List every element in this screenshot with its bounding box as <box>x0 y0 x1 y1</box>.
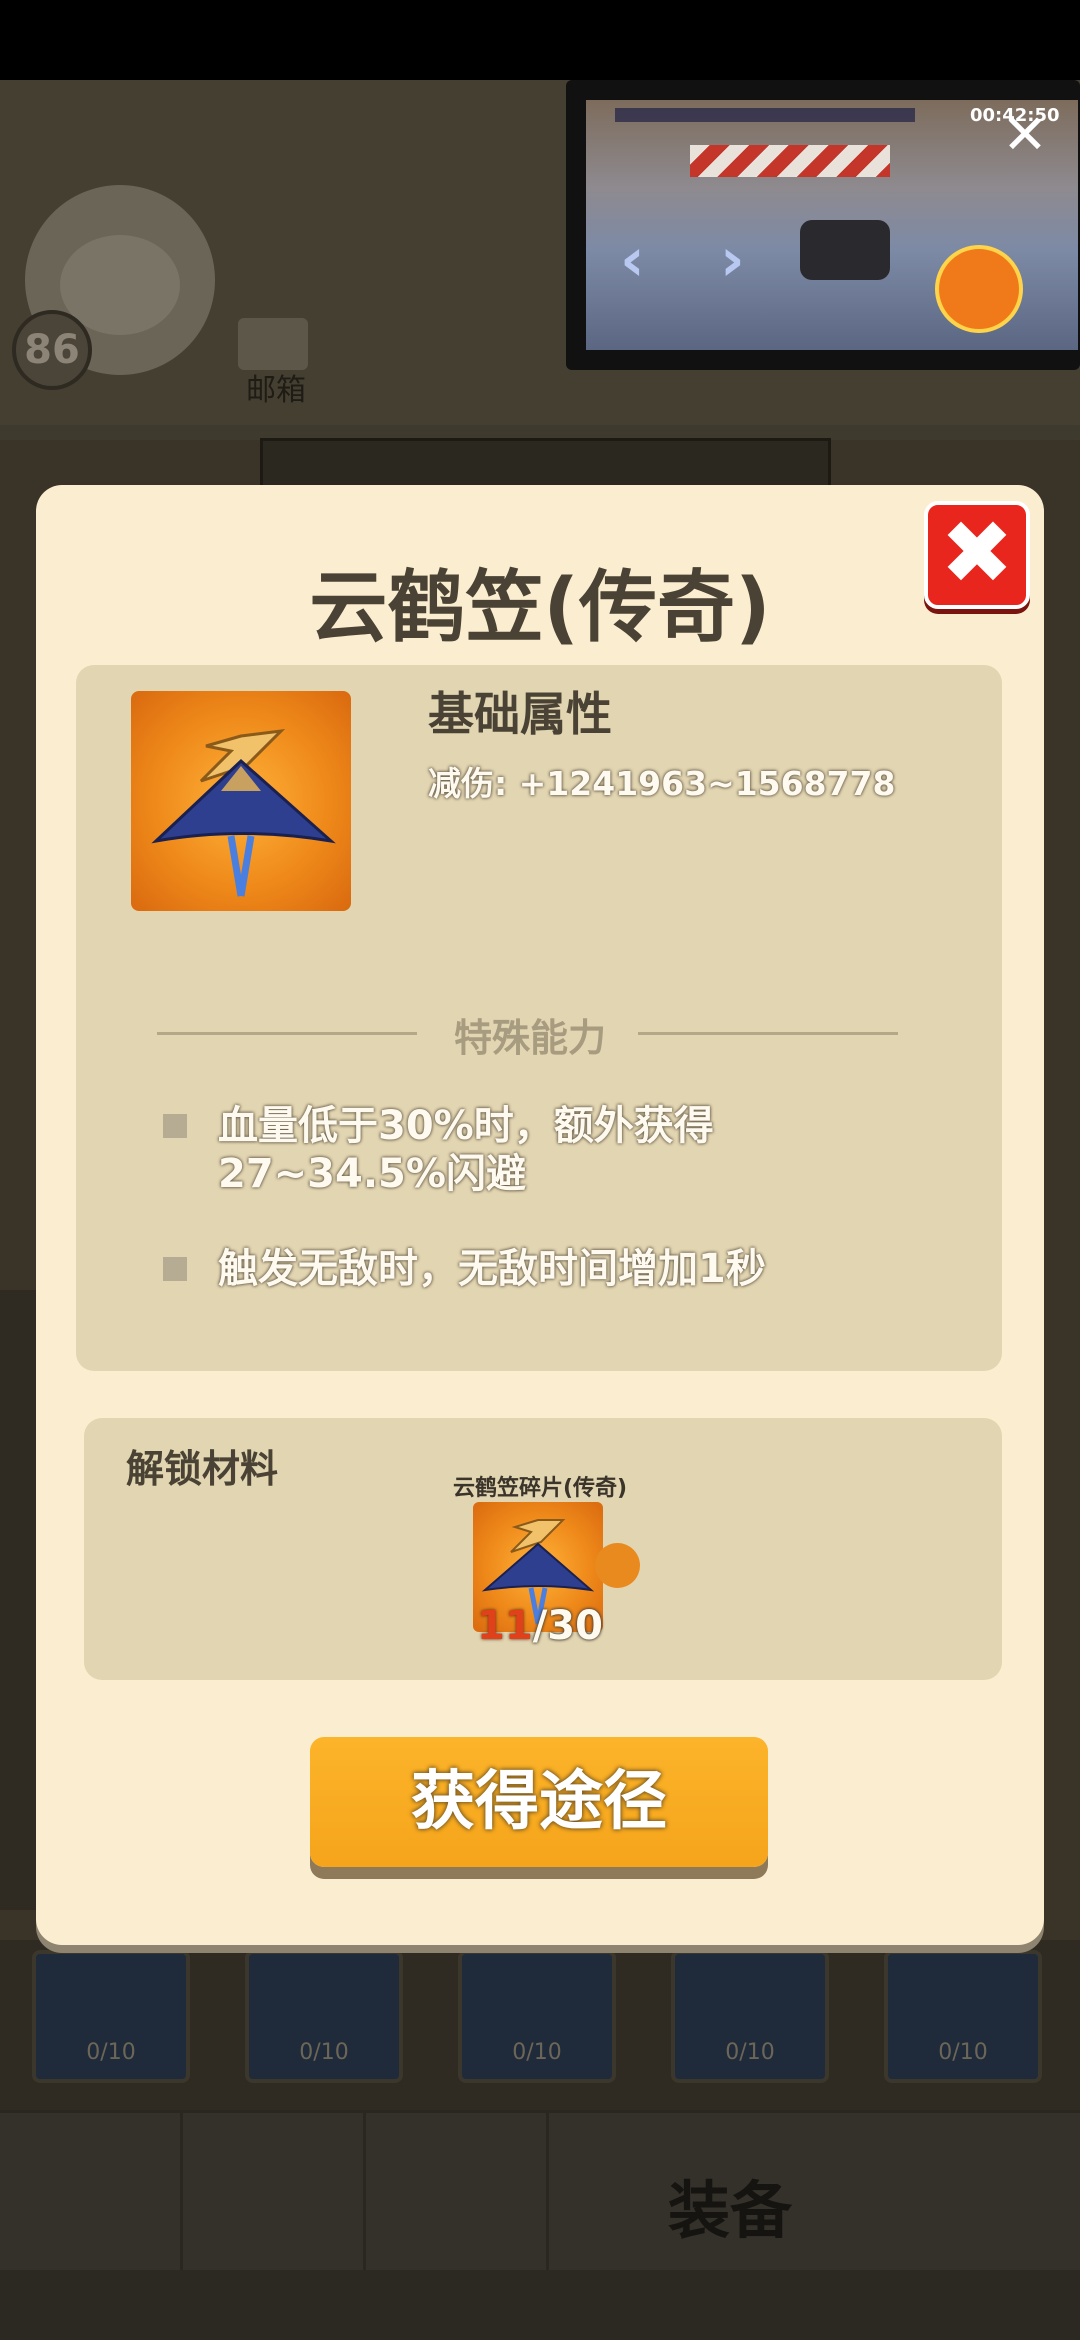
mail-label: 邮箱 <box>246 373 306 408</box>
material-name: 云鹤笠碎片(传奇) <box>452 1476 628 1501</box>
slot-progress: 0/10 <box>938 2040 988 2065</box>
ability-item: 血量低于30%时，额外获得27~34.5%闪避 <box>218 1103 714 1197</box>
unlock-material-title: 解锁材料 <box>126 1447 279 1491</box>
special-ability-title: 特殊能力 <box>453 1016 606 1060</box>
puzzle-knob-icon <box>595 1543 640 1588</box>
close-button[interactable]: ✖ <box>924 501 1030 609</box>
video-left-arrow-icon: ‹ <box>620 225 645 295</box>
video-car <box>800 220 890 280</box>
player-level-badge: 86 <box>12 310 92 390</box>
material-count: 11/30 <box>470 1603 610 1649</box>
modal-title: 云鹤笠(传奇) <box>309 563 771 653</box>
mail-icon <box>238 318 308 370</box>
nav-tab-battle <box>366 2112 549 2270</box>
video-hud <box>615 108 915 122</box>
bullet-icon <box>163 1114 187 1138</box>
slot-progress: 0/10 <box>512 2040 562 2065</box>
material-required: /30 <box>532 1603 603 1649</box>
obtain-method-label: 获得途径 <box>411 1765 667 1839</box>
divider-right <box>638 1032 898 1035</box>
video-drift-button-icon <box>935 245 1023 333</box>
video-close-icon[interactable]: ✕ <box>1000 108 1050 162</box>
slot-progress: 0/10 <box>299 2040 349 2065</box>
obtain-method-button[interactable]: 获得途径 <box>310 1737 768 1867</box>
video-right-arrow-icon: › <box>720 225 745 295</box>
slot-progress: 0/10 <box>86 2040 136 2065</box>
crane-hat-icon <box>131 691 351 911</box>
background-bottom <box>0 2270 1080 2340</box>
slot-progress: 0/10 <box>725 2040 775 2065</box>
status-bar <box>0 0 1080 80</box>
close-icon: ✖ <box>940 501 1014 604</box>
material-owned: 11 <box>477 1603 533 1649</box>
background-side-list <box>0 1290 40 1910</box>
nav-tab-task <box>0 2112 183 2270</box>
nav-tab-equipment-label: 装备 <box>668 2174 793 2247</box>
damage-reduction-stat: 减伤: +1241963~1568778 <box>428 764 896 803</box>
ability-item: 触发无敌时，无敌时间增加1秒 <box>218 1246 766 1292</box>
video-barrier <box>690 145 890 177</box>
basic-attributes-title: 基础属性 <box>428 687 612 741</box>
bullet-icon <box>163 1257 187 1281</box>
nav-tab-cultivate <box>183 2112 366 2270</box>
